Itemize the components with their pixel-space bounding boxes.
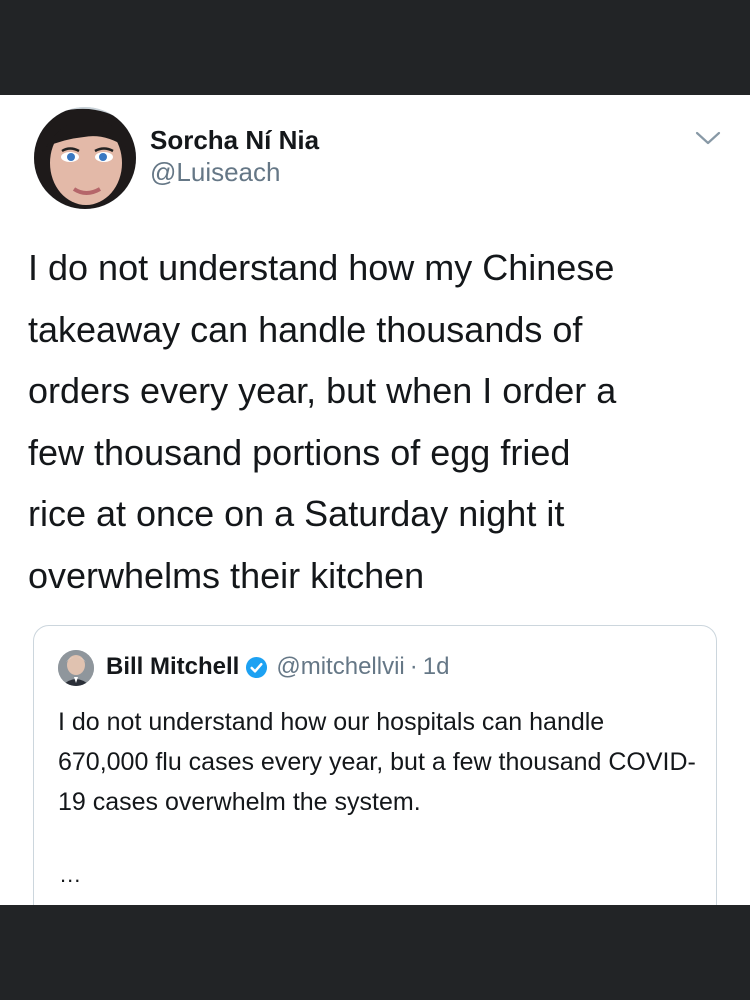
- author-name[interactable]: Sorcha Ní Nia: [150, 125, 319, 156]
- quoted-author-name[interactable]: Bill Mitchell: [106, 653, 239, 681]
- quoted-time[interactable]: 1d: [423, 653, 450, 681]
- top-screen-bar: [0, 0, 750, 95]
- tweet-card[interactable]: Sorcha Ní Nia @Luiseach I do not underst…: [0, 95, 750, 905]
- author-avatar[interactable]: [34, 107, 136, 209]
- tweet-text: I do not understand how my Chinese takea…: [28, 247, 617, 596]
- quoted-tweet-text: I do not understand how our hospitals ca…: [58, 708, 696, 816]
- quoted-more-indicator: ...: [60, 862, 82, 887]
- bottom-screen-bar: [0, 905, 750, 1000]
- author-handle[interactable]: @Luiseach: [150, 157, 280, 188]
- quoted-tweet[interactable]: Bill Mitchell @mitchellvii · 1d I do not…: [33, 625, 717, 905]
- quoted-author-handle[interactable]: @mitchellvii: [276, 653, 404, 681]
- quoted-separator: ·: [409, 653, 418, 680]
- quoted-header: Bill Mitchell @mitchellvii · 1d: [106, 653, 449, 681]
- chevron-down-icon[interactable]: [694, 127, 722, 149]
- quoted-author-avatar[interactable]: [58, 650, 94, 686]
- verified-badge-icon: [245, 656, 268, 679]
